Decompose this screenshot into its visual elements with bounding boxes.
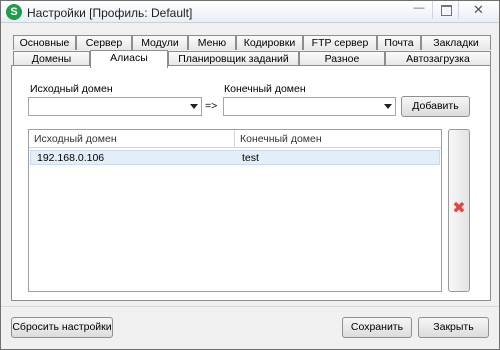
table-row[interactable]: 192.168.0.106 test (30, 150, 440, 165)
settings-window: S Настройки [Профиль: Default] — ✕ Основ… (0, 0, 500, 350)
footer-divider (1, 306, 499, 307)
tab-domains[interactable]: Домены (13, 51, 90, 66)
table-header: Исходный домен Конечный домен (29, 130, 441, 148)
add-button[interactable]: Добавить (401, 96, 470, 117)
tab-encodings[interactable]: Кодировки (236, 35, 303, 50)
chevron-down-icon (190, 104, 198, 109)
minimize-button[interactable]: — (406, 1, 432, 19)
tab-mail[interactable]: Почта (377, 35, 421, 50)
tab-osnovnye[interactable]: Основные (13, 35, 76, 50)
close-window-button[interactable]: ✕ (458, 1, 498, 19)
target-domain-combo[interactable] (223, 97, 396, 116)
column-header-target[interactable]: Конечный домен (235, 130, 441, 148)
source-domain-combo[interactable] (28, 97, 202, 116)
window-title: Настройки [Профиль: Default] (27, 6, 193, 20)
tab-menu[interactable]: Меню (188, 35, 236, 50)
target-domain-label: Конечный домен (224, 83, 306, 95)
chevron-down-icon (384, 104, 392, 109)
tab-misc[interactable]: Разное (299, 51, 385, 66)
tab-bookmarks[interactable]: Закладки (421, 35, 491, 50)
tab-ftp-server[interactable]: FTP сервер (303, 35, 377, 50)
tab-autoload[interactable]: Автозагрузка (385, 51, 491, 66)
maximize-button[interactable] (432, 1, 458, 19)
tab-scheduler[interactable]: Планировщик заданий (168, 51, 299, 66)
delete-x-icon: ✖ (452, 200, 466, 217)
tab-aliases[interactable]: Алиасы (90, 50, 168, 68)
tab-modules[interactable]: Модули (132, 35, 188, 50)
arrow-label: => (205, 100, 218, 112)
delete-alias-button[interactable]: ✖ (448, 129, 470, 292)
title-bar: S Настройки [Профиль: Default] — ✕ (1, 1, 499, 23)
column-header-source[interactable]: Исходный домен (29, 130, 235, 148)
cell-source-domain: 192.168.0.106 (37, 152, 105, 164)
app-logo-icon: S (6, 4, 22, 20)
reset-settings-button[interactable]: Сбросить настройки (11, 317, 113, 338)
save-button[interactable]: Сохранить (342, 317, 412, 338)
tab-server[interactable]: Сервер (76, 35, 132, 50)
cell-target-domain: test (242, 152, 259, 164)
source-domain-label: Исходный домен (30, 83, 113, 95)
close-button[interactable]: Закрыть (418, 317, 489, 338)
aliases-table[interactable]: Исходный домен Конечный домен 192.168.0.… (28, 129, 442, 292)
